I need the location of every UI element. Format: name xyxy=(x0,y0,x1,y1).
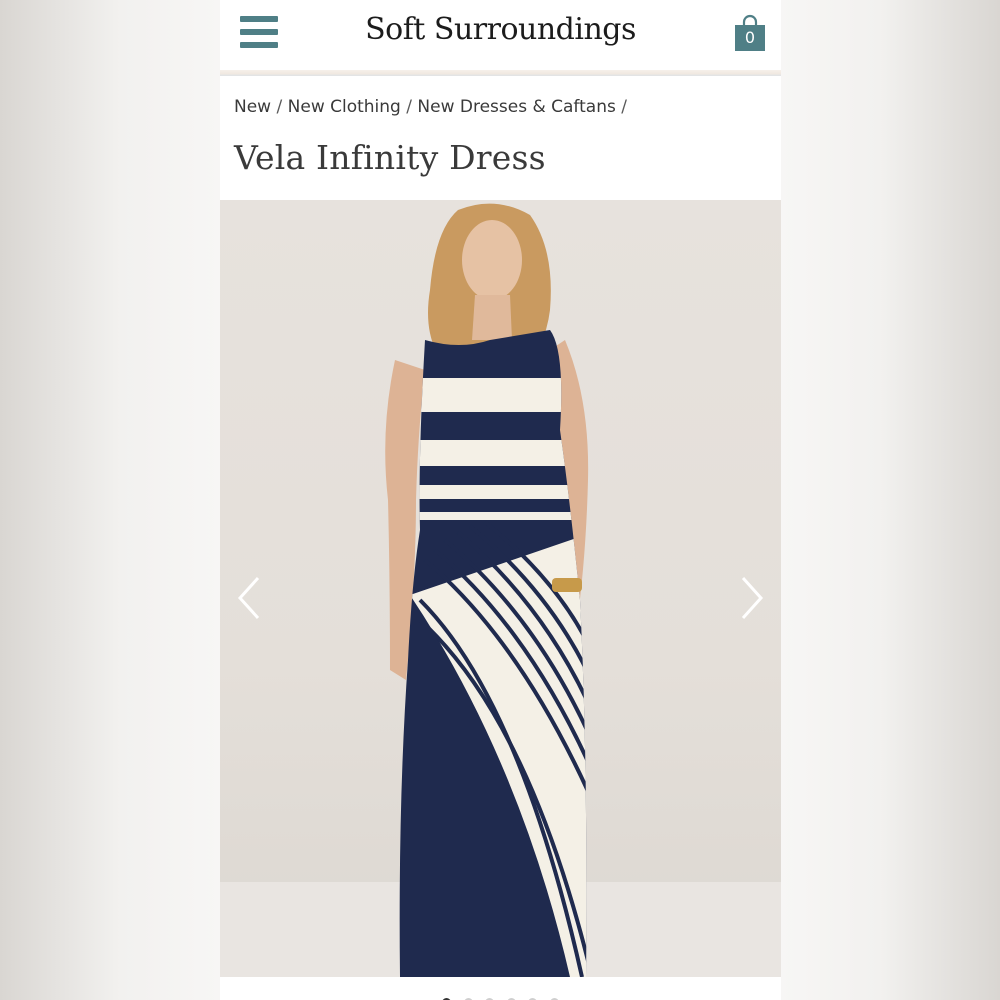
gallery-next-button[interactable] xyxy=(731,570,771,626)
model-figure-illustration xyxy=(385,203,589,977)
breadcrumb-link-new-clothing[interactable]: New Clothing xyxy=(288,97,401,117)
cart-button[interactable]: 0 xyxy=(734,14,766,52)
breadcrumb-link-new-dresses-caftans[interactable]: New Dresses & Caftans xyxy=(417,97,615,117)
mobile-page: Soft Surroundings 0 New / New Clothing /… xyxy=(220,0,781,1000)
gallery-prev-button[interactable] xyxy=(230,570,270,626)
product-image[interactable] xyxy=(220,200,781,977)
breadcrumb-separator: / xyxy=(621,97,627,117)
breadcrumb-separator: / xyxy=(276,97,288,117)
chevron-right-icon xyxy=(741,576,764,620)
chevron-left-icon xyxy=(237,576,260,620)
breadcrumb-separator: / xyxy=(406,97,418,117)
brand-logo[interactable]: Soft Surroundings xyxy=(220,12,781,47)
gallery-pagination xyxy=(220,994,781,1000)
breadcrumb-link-new[interactable]: New xyxy=(234,97,271,117)
header-divider xyxy=(220,70,781,76)
product-title: Vela Infinity Dress xyxy=(234,138,546,177)
breadcrumb: New / New Clothing / New Dresses & Cafta… xyxy=(234,97,627,117)
site-header: Soft Surroundings 0 xyxy=(220,0,781,70)
cart-count: 0 xyxy=(744,28,756,47)
